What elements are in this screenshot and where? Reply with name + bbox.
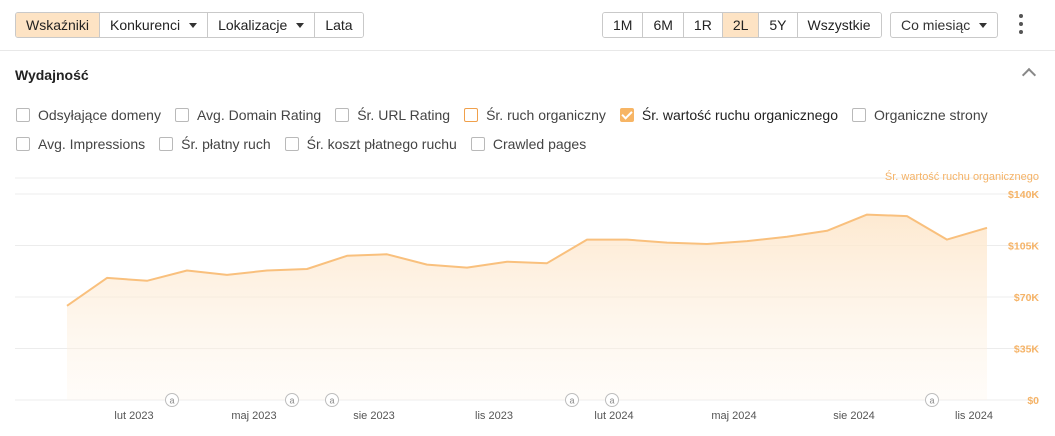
metric-toggle-crawled-pages[interactable]: Crawled pages [470,136,587,152]
y-tick-label: $70K [1014,292,1040,304]
annotation-marker[interactable]: a [325,393,339,407]
chevron-up-icon[interactable] [1021,67,1037,83]
checkbox[interactable] [464,108,479,122]
checkbox[interactable] [335,108,350,122]
toolbar: Wskaźniki Konkurenci Lokalizacje Lata 1M 6M 1… [0,0,1055,51]
checkbox[interactable] [852,108,867,122]
metric-toggle-sr-koszt-platnego-ruchu[interactable]: Śr. koszt płatnego ruchu [284,136,457,152]
x-tick-label: lut 2023 [114,410,153,422]
chevron-down-icon [189,22,198,28]
annotation-marker[interactable]: a [285,393,299,407]
metric-toggle-organiczne-strony[interactable]: Organiczne strony [852,107,988,123]
y-tick-label: $140K [1008,189,1039,201]
date-range-selector: 1M 6M 1R 2L 5Y Wszystkie [602,12,882,38]
checkbox[interactable] [16,108,30,122]
interval-dropdown[interactable]: Co miesiąc [890,12,999,38]
range-1m[interactable]: 1M [603,13,644,37]
metric-toggles-row-2: Avg. Impressions Śr. płatny ruch Śr. koszt… [16,135,600,153]
y-axis-title: Śr. wartość ruchu organicznego [885,170,1039,183]
annotation-letter: a [569,396,574,406]
metric-toggle-avg-impressions[interactable]: Avg. Impressions [16,136,145,152]
performance-chart: a a a a a a lut 2023 maj 2023 sie 2023 lis 2023 l… [15,170,1040,422]
tab-label: Konkurenci [110,17,181,33]
range-5y[interactable]: 5Y [759,13,798,37]
checkbox[interactable] [284,137,299,151]
range-wszystkie[interactable]: Wszystkie [797,13,881,37]
metric-label: Avg. Domain Rating [196,107,322,123]
y-tick-label: $105K [1008,241,1039,253]
tab-lata[interactable]: Lata [315,13,363,37]
metric-toggle-odsylajace-domeny[interactable]: Odsyłające domeny [16,107,161,123]
tab-label: Wskaźniki [26,17,90,33]
x-tick-label: lut 2024 [594,410,633,422]
chevron-down-icon [296,22,305,28]
annotation-letter: a [609,396,614,406]
checkbox[interactable] [619,108,634,122]
x-tick-label: maj 2024 [711,410,756,422]
annotation-marker[interactable]: a [605,393,619,407]
tab-wskazniki[interactable]: Wskaźniki [16,13,101,37]
metric-toggle-sr-ruch-organiczny[interactable]: Śr. ruch organiczny [464,107,606,123]
metric-toggle-sr-url-rating[interactable]: Śr. URL Rating [335,107,450,123]
metric-label: Organiczne strony [874,107,988,123]
metric-label: Crawled pages [492,136,587,152]
y-tick-label: $35K [1014,344,1040,356]
metric-label: Śr. koszt płatnego ruchu [306,136,457,152]
metric-toggles-row-1: Odsyłające domeny Avg. Domain Rating Śr. U… [16,106,1002,124]
x-tick-label: lis 2023 [475,410,513,422]
annotation-marker[interactable]: a [565,393,579,407]
x-tick-label: lis 2024 [955,410,993,422]
range-1r[interactable]: 1R [683,13,723,37]
x-tick-label: sie 2024 [833,410,875,422]
view-tabs: Wskaźniki Konkurenci Lokalizacje Lata [15,12,364,38]
interval-label: Co miesiąc [901,17,971,33]
tab-label: Lokalizacje [218,17,288,33]
metric-label: Śr. ruch organiczny [486,107,606,123]
kebab-icon[interactable] [1016,14,1026,34]
checkbox[interactable] [159,137,174,151]
metric-label: Śr. płatny ruch [181,136,271,152]
tab-lokalizacje[interactable]: Lokalizacje [208,13,316,37]
section-title: Wydajność [15,67,89,83]
metric-toggle-sr-wartosc-ruchu-organicznego[interactable]: Śr. wartość ruchu organicznego [619,107,839,123]
series-area [67,214,987,400]
x-tick-label: maj 2023 [231,410,276,422]
checkbox[interactable] [16,137,30,151]
tab-label: Lata [325,17,353,33]
metric-label: Avg. Impressions [38,136,146,152]
range-2l[interactable]: 2L [722,13,760,37]
annotation-letter: a [169,396,174,406]
annotation-letter: a [329,396,334,406]
metric-label: Śr. URL Rating [357,107,451,123]
y-tick-label: $0 [1027,395,1039,407]
annotation-marker[interactable]: a [165,393,179,407]
x-tick-label: sie 2023 [353,410,395,422]
annotation-letter: a [289,396,294,406]
chevron-down-icon [979,22,988,28]
checkbox[interactable] [174,108,189,122]
annotation-letter: a [929,396,934,406]
tab-konkurenci[interactable]: Konkurenci [100,13,209,37]
annotation-marker[interactable]: a [925,393,939,407]
metric-toggle-sr-platny-ruch[interactable]: Śr. płatny ruch [159,136,271,152]
range-6m[interactable]: 6M [643,13,684,37]
metric-label: Śr. wartość ruchu organicznego [641,107,839,123]
metric-toggle-avg-domain-rating[interactable]: Avg. Domain Rating [174,107,322,123]
metric-label: Odsyłające domeny [38,107,161,123]
checkbox[interactable] [470,137,485,151]
